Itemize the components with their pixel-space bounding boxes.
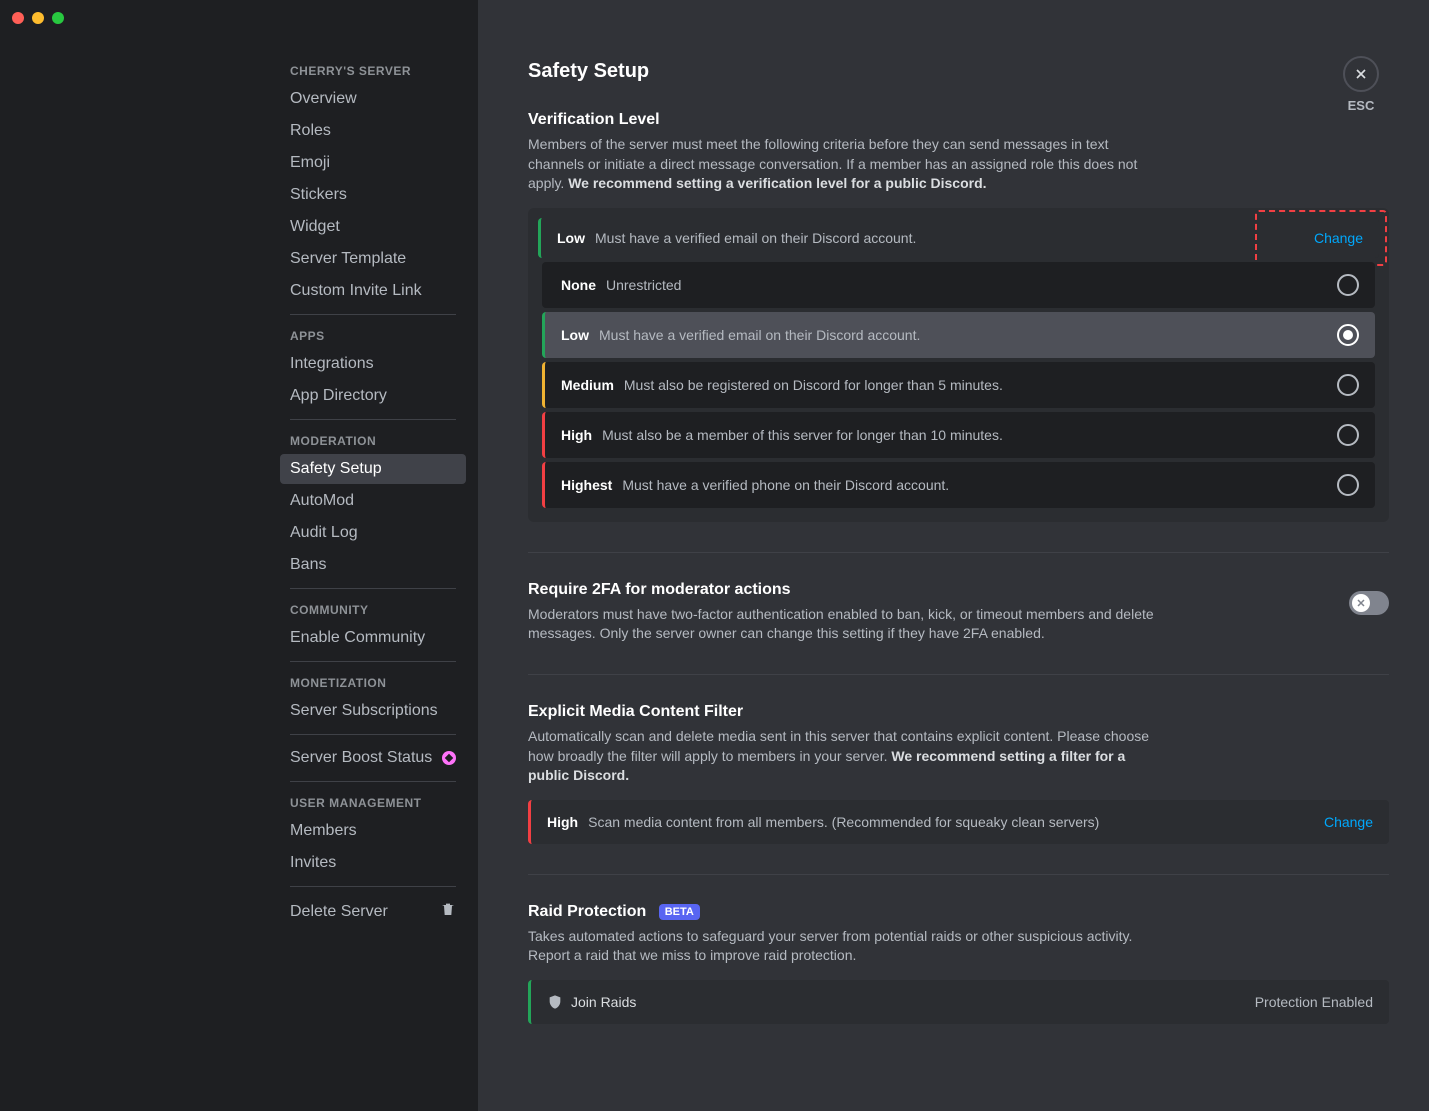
level-desc: Must have a verified phone on their Disc…: [622, 477, 1337, 493]
raid-title: Raid Protection BETA: [528, 903, 1389, 921]
verification-options: None Unrestricted Low Must have a verified …: [538, 262, 1379, 508]
verification-option-medium[interactable]: Medium Must also be registered on Discord…: [542, 362, 1375, 408]
level-name: Highest: [561, 477, 612, 493]
sidebar-header-server: CHERRY'S SERVER: [280, 58, 466, 84]
radio-button[interactable]: [1337, 374, 1359, 396]
sidebar-item-audit-log[interactable]: Audit Log: [280, 518, 466, 548]
sidebar-item-enable-community[interactable]: Enable Community: [280, 623, 466, 653]
section-divider: [528, 552, 1389, 553]
sidebar-divider: [290, 661, 456, 662]
change-verification-link[interactable]: Change: [1314, 230, 1363, 246]
sidebar-item-invites[interactable]: Invites: [280, 848, 466, 878]
verification-desc: Members of the server must meet the foll…: [528, 135, 1168, 194]
sidebar-header-moderation: MODERATION: [280, 428, 466, 454]
page-title: Safety Setup: [528, 60, 1389, 83]
toggle-knob: [1352, 594, 1370, 612]
close-window-button[interactable]: [12, 12, 24, 24]
explicit-desc: Automatically scan and delete media sent…: [528, 727, 1168, 786]
level-name: High: [561, 427, 592, 443]
settings-content: ESC Safety Setup Verification Level Memb…: [478, 0, 1429, 1111]
sidebar-divider: [290, 314, 456, 315]
sidebar-divider: [290, 419, 456, 420]
level-name: None: [561, 277, 596, 293]
level-desc: Unrestricted: [606, 277, 1337, 293]
shield-icon: [547, 994, 563, 1010]
raid-protection-row[interactable]: Join Raids Protection Enabled: [528, 980, 1389, 1024]
sidebar-divider: [290, 734, 456, 735]
level-desc: Must also be a member of this server for…: [602, 427, 1337, 443]
level-desc: Scan media content from all members. (Re…: [588, 814, 1324, 830]
verification-panel: Low Must have a verified email on their …: [528, 208, 1389, 522]
sidebar-item-app-directory[interactable]: App Directory: [280, 381, 466, 411]
radio-button[interactable]: [1337, 474, 1359, 496]
sidebar-item-roles[interactable]: Roles: [280, 116, 466, 146]
verification-title: Verification Level: [528, 111, 1389, 129]
sidebar-item-stickers[interactable]: Stickers: [280, 180, 466, 210]
explicit-filter-row: High Scan media content from all members…: [528, 800, 1389, 844]
sidebar-divider: [290, 588, 456, 589]
level-name: Low: [561, 327, 589, 343]
sidebar-item-members[interactable]: Members: [280, 816, 466, 846]
sidebar-header-monetization: MONETIZATION: [280, 670, 466, 696]
trash-icon: [440, 901, 456, 922]
sidebar-item-automod[interactable]: AutoMod: [280, 486, 466, 516]
sidebar-item-label: Delete Server: [290, 903, 388, 921]
sidebar-item-integrations[interactable]: Integrations: [280, 349, 466, 379]
window-controls: [12, 12, 64, 24]
verification-option-low[interactable]: Low Must have a verified email on their D…: [542, 312, 1375, 358]
boost-icon: [442, 751, 456, 765]
minimize-window-button[interactable]: [32, 12, 44, 24]
close-wrapper: ESC: [1343, 56, 1379, 113]
sidebar-header-user-management: USER MANAGEMENT: [280, 790, 466, 816]
sidebar-divider: [290, 781, 456, 782]
raid-status-text: Protection Enabled: [1255, 994, 1373, 1010]
verification-option-none[interactable]: None Unrestricted: [542, 262, 1375, 308]
level-name: High: [547, 814, 578, 830]
sidebar-divider: [290, 886, 456, 887]
radio-button[interactable]: [1337, 324, 1359, 346]
sidebar-item-server-subscriptions[interactable]: Server Subscriptions: [280, 696, 466, 726]
esc-label: ESC: [1343, 98, 1379, 113]
sidebar-item-label: Server Boost Status: [290, 749, 432, 767]
sidebar-header-apps: APPS: [280, 323, 466, 349]
verification-option-high[interactable]: High Must also be a member of this server…: [542, 412, 1375, 458]
level-desc: Must also be registered on Discord for l…: [624, 377, 1337, 393]
section-divider: [528, 674, 1389, 675]
twofa-desc: Moderators must have two-factor authenti…: [528, 605, 1168, 644]
settings-sidebar: CHERRY'S SERVER Overview Roles Emoji Sti…: [0, 0, 478, 1111]
sidebar-item-widget[interactable]: Widget: [280, 212, 466, 242]
twofa-section: Require 2FA for moderator actions Modera…: [528, 581, 1389, 644]
twofa-toggle[interactable]: [1349, 591, 1389, 615]
sidebar-item-overview[interactable]: Overview: [280, 84, 466, 114]
verification-option-highest[interactable]: Highest Must have a verified phone on the…: [542, 462, 1375, 508]
section-divider: [528, 874, 1389, 875]
verification-current-row: Low Must have a verified email on their …: [538, 218, 1379, 258]
level-desc: Must have a verified email on their Disc…: [599, 327, 1337, 343]
sidebar-item-safety-setup[interactable]: Safety Setup: [280, 454, 466, 484]
sidebar-item-server-template[interactable]: Server Template: [280, 244, 466, 274]
sidebar-item-emoji[interactable]: Emoji: [280, 148, 466, 178]
explicit-title: Explicit Media Content Filter: [528, 703, 1389, 721]
close-button[interactable]: [1343, 56, 1379, 92]
sidebar-item-delete-server[interactable]: Delete Server: [280, 895, 466, 928]
radio-button[interactable]: [1337, 424, 1359, 446]
sidebar-header-community: COMMUNITY: [280, 597, 466, 623]
radio-button[interactable]: [1337, 274, 1359, 296]
change-explicit-link[interactable]: Change: [1324, 814, 1373, 830]
sidebar-item-custom-invite-link[interactable]: Custom Invite Link: [280, 276, 466, 306]
sidebar-item-server-boost-status[interactable]: Server Boost Status: [280, 743, 466, 773]
raid-row-label: Join Raids: [571, 994, 636, 1010]
twofa-title: Require 2FA for moderator actions: [528, 581, 1329, 599]
level-desc: Must have a verified email on their Disc…: [595, 230, 1314, 246]
sidebar-item-bans[interactable]: Bans: [280, 550, 466, 580]
maximize-window-button[interactable]: [52, 12, 64, 24]
level-name: Medium: [561, 377, 614, 393]
level-name: Low: [557, 230, 585, 246]
raid-desc: Takes automated actions to safeguard you…: [528, 927, 1168, 966]
beta-badge: BETA: [659, 904, 700, 920]
